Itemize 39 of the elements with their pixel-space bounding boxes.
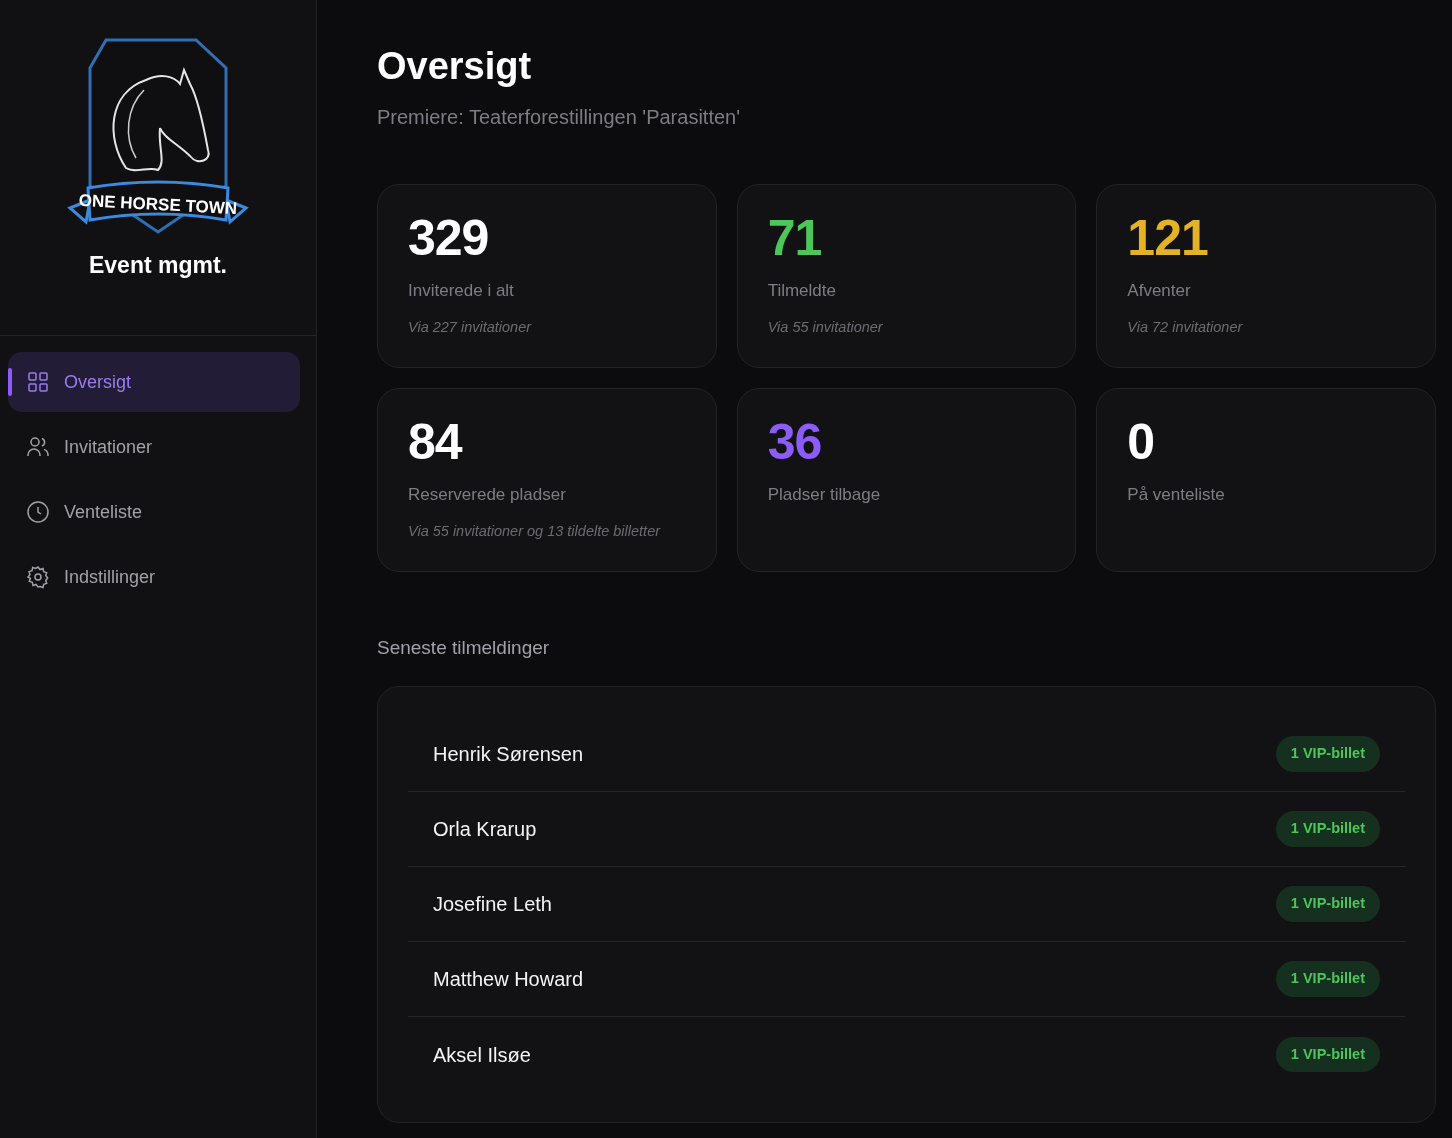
stat-value: 71 (767, 210, 823, 266)
stat-note: Via 55 invitationer (767, 318, 884, 338)
stat-label: Reserverede pladser (408, 483, 567, 506)
attendee-name: Josefine Leth (433, 892, 552, 918)
stat-label: Pladser tilbage (767, 483, 882, 506)
attendee-name: Orla Krarup (433, 817, 537, 843)
stat-value: 329 (408, 210, 490, 266)
attendee-name: Matthew Howard (433, 967, 584, 993)
stat-value: 84 (408, 414, 464, 470)
stat-note: Via 55 invitationer og 13 tildelte billetter (408, 522, 662, 542)
attendee-name: Henrik Sørensen (433, 742, 584, 768)
grid-icon (26, 370, 50, 394)
page-title: Oversigt (377, 44, 533, 89)
stat-label: På venteliste (1127, 483, 1226, 506)
stat-label: Tilmeldte (767, 279, 837, 302)
attendee-name: Aksel Ilsøe (433, 1042, 531, 1068)
stat-value: 36 (767, 414, 823, 470)
ticket-badge: 1 VIP-billet (1275, 1036, 1380, 1073)
section-title: Seneste tilmeldinger (377, 635, 551, 660)
sidebar-item[interactable]: Indstillinger (8, 547, 300, 607)
stat-label: Afventer (1127, 279, 1192, 302)
page-subtitle: Premiere: Teaterforestillingen 'Parasitten' (377, 104, 741, 130)
ticket-badge: 1 VIP-billet (1275, 736, 1380, 772)
stat-note: Via 227 invitationer (408, 318, 533, 338)
stat-label: Inviterede i alt (408, 279, 515, 302)
clock-icon (26, 500, 50, 524)
ticket-badge: 1 VIP-billet (1275, 811, 1380, 847)
stat-note: Via 72 invitationer (1127, 318, 1244, 338)
sidebar-item[interactable]: Oversigt (8, 352, 300, 412)
sidebar-item[interactable]: Venteliste (8, 482, 300, 542)
settings-icon (26, 565, 50, 589)
stat-value: 121 (1127, 210, 1209, 266)
ticket-badge: 1 VIP-billet (1275, 961, 1380, 997)
sidebar-item[interactable]: Invitationer (8, 417, 300, 477)
logo: ONE HORSE TOWN (66, 38, 250, 234)
brand-name: Event mgmt. (89, 251, 227, 280)
users-icon (26, 435, 50, 459)
stat-value: 0 (1127, 414, 1156, 470)
ticket-badge: 1 VIP-billet (1275, 886, 1380, 922)
